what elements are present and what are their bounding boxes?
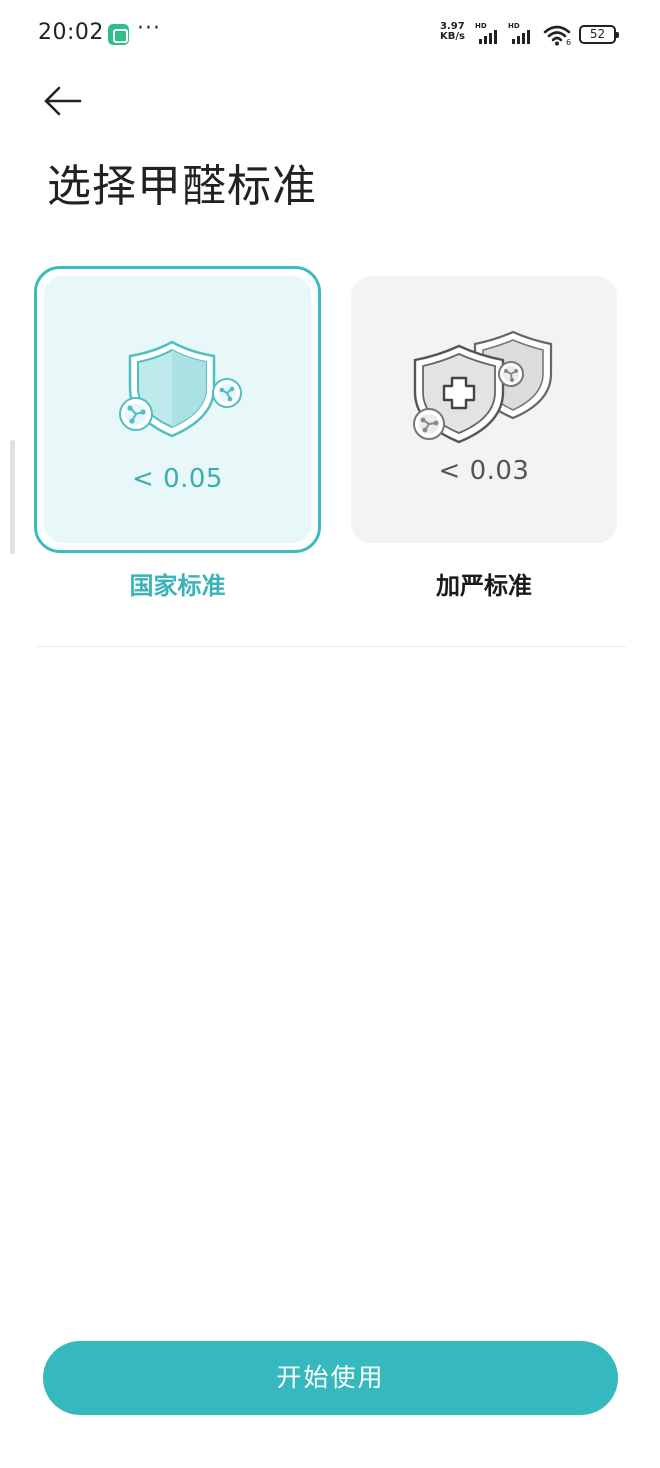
wifi-label: 6 bbox=[566, 38, 571, 46]
wifi-icon: 6 bbox=[543, 25, 571, 46]
scroll-indicator bbox=[10, 440, 15, 554]
status-bar: 20:02 ··· 3.97 KB/s HD HD 6 52 bbox=[0, 0, 660, 70]
option-label-strict[interactable]: 加严标准 bbox=[351, 566, 617, 601]
network-speed: 3.97 KB/s bbox=[440, 22, 465, 42]
screen: 20:02 ··· 3.97 KB/s HD HD 6 52 选择甲醛标准 < … bbox=[0, 0, 660, 1468]
option-value-strict: < 0.03 bbox=[438, 456, 530, 486]
divider bbox=[36, 646, 626, 647]
back-button[interactable] bbox=[40, 80, 90, 124]
option-value-national: < 0.05 bbox=[132, 464, 223, 494]
battery-icon: 52 bbox=[579, 25, 619, 44]
status-time: 20:02 bbox=[38, 20, 104, 45]
mi-home-icon bbox=[108, 24, 129, 45]
back-arrow-icon bbox=[44, 86, 82, 116]
shield-molecule-icon bbox=[119, 340, 242, 438]
page-title: 选择甲醛标准 bbox=[47, 161, 317, 212]
option-label-national[interactable]: 国家标准 bbox=[34, 566, 321, 601]
option-card-national[interactable]: < 0.05 bbox=[34, 266, 321, 553]
start-button[interactable]: 开始使用 bbox=[43, 1341, 618, 1415]
option-card-strict[interactable]: < 0.03 bbox=[351, 276, 617, 543]
battery-level: 52 bbox=[589, 27, 606, 41]
network-speed-unit: KB/s bbox=[440, 31, 465, 42]
status-more-icon: ··· bbox=[137, 16, 161, 41]
double-shield-plus-icon bbox=[413, 330, 553, 444]
option-card-national-inner: < 0.05 bbox=[44, 276, 311, 543]
option-card-strict-inner: < 0.03 bbox=[351, 276, 617, 543]
signal-1-hd: HD bbox=[475, 22, 487, 30]
signal-2-hd: HD bbox=[508, 22, 520, 30]
